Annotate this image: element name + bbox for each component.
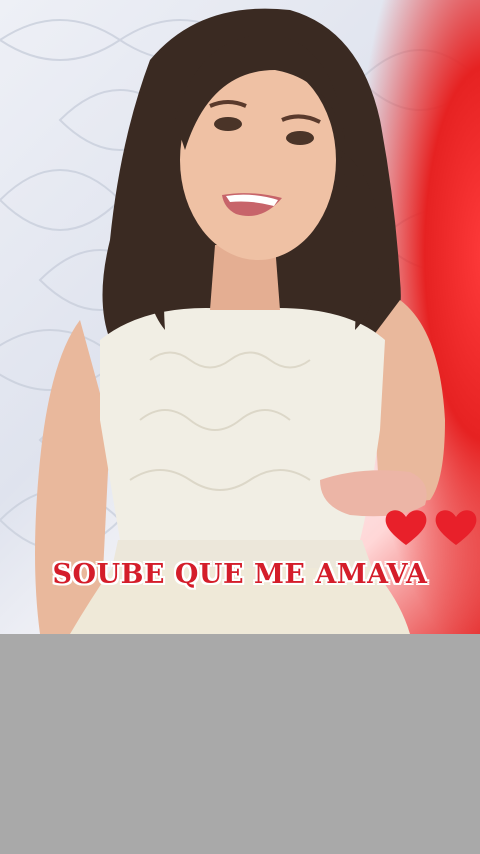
- video-frame[interactable]: SOUBE QUE ME AMAVA: [0, 0, 480, 634]
- bottom-blank-panel: [0, 634, 480, 854]
- heart-icon: [385, 510, 427, 545]
- heart-icon: [435, 510, 477, 545]
- lyric-caption: SOUBE QUE ME AMAVA: [52, 559, 428, 590]
